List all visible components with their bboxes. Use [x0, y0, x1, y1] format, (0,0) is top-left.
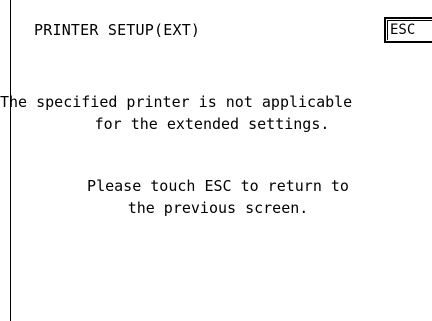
- message-line-2: for the extended settings.: [94, 115, 330, 133]
- page-title: PRINTER SETUP(EXT): [34, 21, 201, 39]
- esc-button[interactable]: ESC: [384, 17, 432, 43]
- message-line-4: the previous screen.: [127, 199, 309, 217]
- message-line-3: Please touch ESC to return to: [87, 177, 349, 195]
- message-line-1: The specified printer is not applicable: [0, 93, 353, 111]
- screen-left-border: [10, 0, 11, 321]
